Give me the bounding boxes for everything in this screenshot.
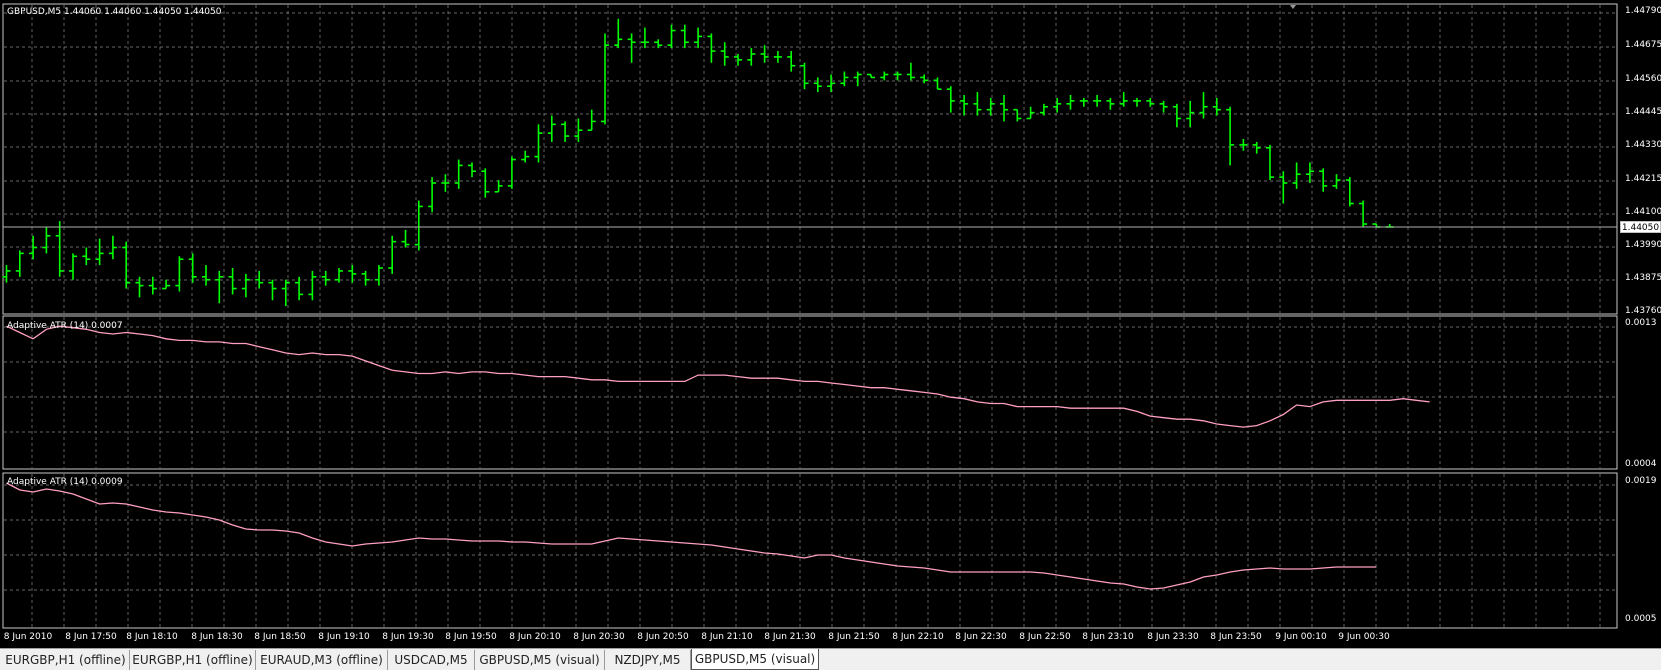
time-axis-label: 8 Jun 23:30 [1147,632,1199,642]
time-axis-label: 8 Jun 23:50 [1210,632,1262,642]
indicator2-tick-low: 0.0005 [1625,614,1657,624]
chart-tab-bar: EURGBP,H1 (offline) EURGBP,H1 (offline) … [0,648,1661,670]
adaptive-atr-line-2 [6,482,1377,590]
indicator1-title: Adaptive ATR (14) 0.0007 [7,321,123,331]
price-tick: 1.44100 [1625,207,1661,217]
time-axis-label: 8 Jun 19:50 [445,632,497,642]
time-axis-label: 8 Jun 18:30 [191,632,243,642]
time-axis-label: 8 Jun 18:10 [126,632,178,642]
price-tick: 1.44790 [1625,6,1661,16]
tab-euraud-m3-offline[interactable]: EURAUD,M3 (offline) [256,650,388,670]
time-axis-label: 8 Jun 22:30 [955,632,1007,642]
chart-shift-marker [1290,5,1296,9]
time-axis-label: 8 Jun 21:50 [828,632,880,642]
time-axis-label: 9 Jun 00:10 [1275,632,1327,642]
price-tick: 1.44560 [1625,74,1661,84]
time-axis-label: 8 Jun 23:10 [1082,632,1134,642]
time-axis-label: 8 Jun 18:50 [254,632,306,642]
time-axis-label: 8 Jun 20:50 [637,632,689,642]
pane-border [2,472,1618,629]
chart-canvas[interactable] [0,0,1661,648]
time-axis-label: 8 Jun 17:50 [65,632,117,642]
price-tick: 1.44215 [1625,174,1661,184]
tab-eurgbp-h1-offline-1[interactable]: EURGBP,H1 (offline) [2,650,130,670]
time-axis-label: 8 Jun 2010 [3,632,53,642]
time-axis-label: 8 Jun 19:30 [382,632,434,642]
price-tick: 1.43875 [1625,273,1661,283]
tab-usdcad-m5[interactable]: USDCAD,M5 [388,650,475,670]
time-axis-label: 8 Jun 20:30 [573,632,625,642]
time-axis-label: 8 Jun 22:50 [1019,632,1071,642]
main-pane-title: GBPUSD,M5 1.44060 1.44060 1.44050 1.4405… [7,7,222,17]
indicator2-title: Adaptive ATR (14) 0.0009 [7,477,123,487]
time-axis-label: 8 Jun 21:10 [701,632,753,642]
pane-border [2,3,1618,315]
time-axis-label: 8 Jun 22:10 [892,632,944,642]
current-price-label: 1.44050 [1620,221,1661,233]
pane-border [2,315,1618,470]
time-axis-label: 8 Jun 21:30 [764,632,816,642]
tab-gbpusd-m5-visual[interactable]: GBPUSD,M5 (visual) [475,650,605,670]
price-tick: 1.43760 [1625,306,1661,316]
time-axis-label: 8 Jun 20:10 [509,632,561,642]
tab-eurgbp-h1-offline-2[interactable]: EURGBP,H1 (offline) [130,650,256,670]
time-axis-label: 8 Jun 19:10 [318,632,370,642]
tab-nzdjpy-m5[interactable]: NZDJPY,M5 [605,650,691,670]
time-axis-label: 9 Jun 00:30 [1338,632,1390,642]
tab-gbpusd-m5-visual-active[interactable]: GBPUSD,M5 (visual) [691,649,819,670]
price-tick: 1.44445 [1625,107,1661,117]
price-tick: 1.44675 [1625,40,1661,50]
chart-area[interactable]: GBPUSD,M5 1.44060 1.44060 1.44050 1.4405… [0,0,1661,648]
price-tick: 1.43990 [1625,240,1661,250]
price-tick: 1.44330 [1625,140,1661,150]
indicator1-tick-high: 0.0013 [1625,318,1657,328]
indicator1-tick-low: 0.0004 [1625,459,1657,469]
indicator2-tick-high: 0.0019 [1625,476,1657,486]
